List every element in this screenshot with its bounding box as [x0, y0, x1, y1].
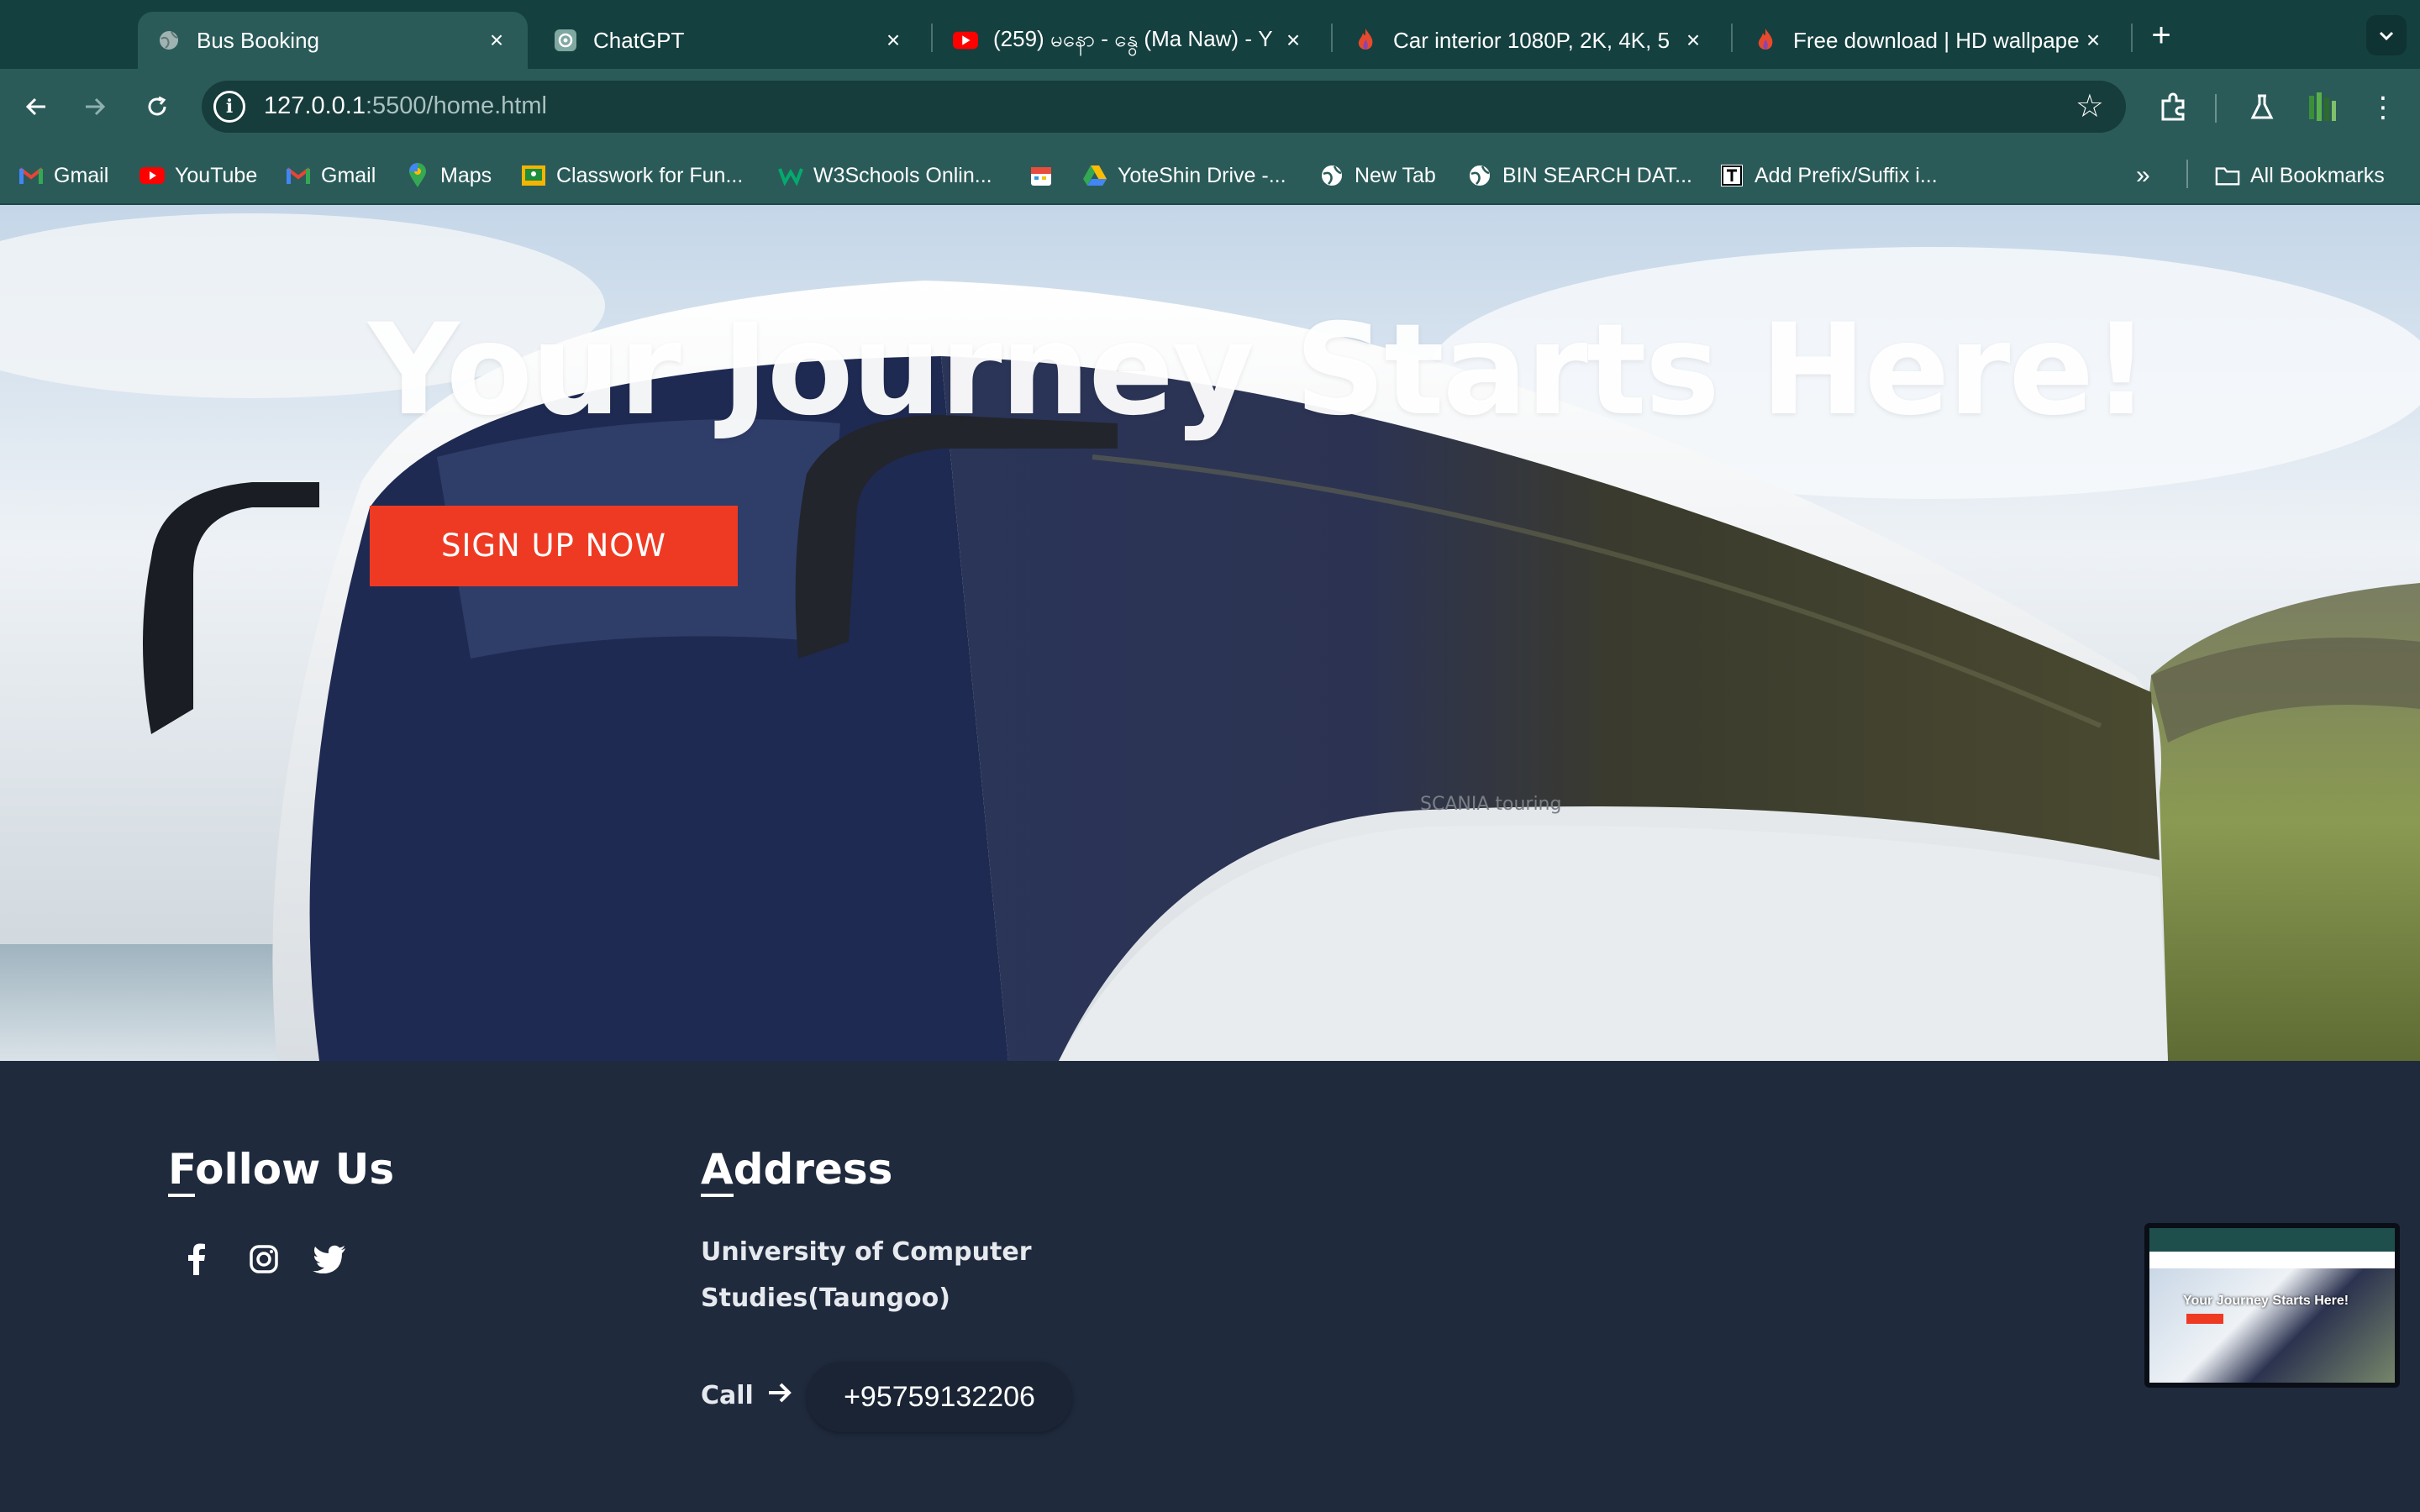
- twitter-icon[interactable]: [308, 1237, 351, 1281]
- classroom-icon: [521, 163, 546, 188]
- close-tab-icon[interactable]: ×: [1281, 27, 1306, 54]
- tab-title: Bus Booking: [197, 27, 319, 53]
- close-tab-icon[interactable]: ×: [1681, 27, 1706, 54]
- gmail-icon: [18, 163, 44, 188]
- close-tab-icon[interactable]: ×: [2081, 27, 2106, 54]
- chatgpt-icon: [553, 28, 578, 53]
- tab-title: Free download | HD wallpape: [1793, 27, 2080, 53]
- all-bookmarks-button[interactable]: All Bookmarks: [2215, 161, 2385, 190]
- instagram-icon[interactable]: [242, 1237, 286, 1281]
- youtube-icon: [139, 163, 165, 188]
- gmail-icon: [286, 163, 311, 188]
- toolbar-divider: [2215, 94, 2217, 123]
- menu-kebab-icon[interactable]: ⋮: [2363, 87, 2403, 128]
- globe-icon: [1467, 163, 1492, 188]
- bookmarks-overflow-icon[interactable]: »: [2136, 161, 2150, 190]
- thumbnail-hero: [2149, 1268, 2395, 1383]
- bookmark-classwork[interactable]: Classwork for Fun...: [521, 161, 743, 190]
- hero-section: SCANIA touring Your Journey Starts Here!…: [0, 205, 2420, 1061]
- flame-icon: [1753, 28, 1778, 53]
- arrow-right-icon: [86, 97, 106, 116]
- maps-pin-icon: [405, 163, 430, 188]
- back-button[interactable]: [17, 87, 55, 126]
- sign-up-button[interactable]: SIGN UP NOW: [370, 506, 738, 586]
- hero-title: Your Journey Starts Here!: [368, 297, 2150, 444]
- reload-icon: [148, 96, 166, 116]
- drive-icon: [1082, 163, 1107, 188]
- folder-icon: [2215, 163, 2240, 188]
- browser-toolbar: i 127.0.0.1:5500/home.html ☆ ⋮: [0, 69, 2420, 144]
- w3schools-icon: [778, 163, 803, 188]
- bookmark-yoteshin-drive[interactable]: YoteShin Drive -...: [1082, 161, 1286, 190]
- facebook-icon[interactable]: [175, 1237, 218, 1281]
- bookmark-add-prefix[interactable]: Add Prefix/Suffix i...: [1719, 161, 1938, 190]
- tab-search-button[interactable]: [2366, 15, 2407, 55]
- thumbnail-nav: [2149, 1252, 2395, 1268]
- bus-brand-label: SCANIA touring: [1420, 794, 1561, 815]
- bookmarks-divider: [2186, 160, 2188, 188]
- tab-chatgpt[interactable]: ChatGPT ×: [534, 12, 924, 69]
- tab-car-interior[interactable]: Car interior 1080P, 2K, 4K, 5 ×: [1334, 12, 1724, 69]
- tab-separator: [1731, 24, 1733, 52]
- arrow-left-icon: [25, 97, 45, 116]
- profile-avatar[interactable]: [2302, 87, 2343, 128]
- call-label: Call: [701, 1378, 792, 1412]
- flame-icon: [1353, 28, 1378, 53]
- address-heading: Address: [701, 1145, 892, 1197]
- site-info-icon[interactable]: i: [213, 91, 245, 123]
- tab-title: Car interior 1080P, 2K, 4K, 5: [1393, 27, 1670, 53]
- tab-separator: [2131, 24, 2133, 52]
- globe-icon: [156, 28, 182, 53]
- tab-strip: Bus Booking × ChatGPT × (259) မနော - နွေ…: [0, 0, 2420, 69]
- thumbnail-title: Your Journey Starts Here!: [2183, 1294, 2349, 1308]
- follow-us-heading: Follow Us: [168, 1145, 394, 1197]
- phone-number-button[interactable]: +95759132206: [807, 1362, 1072, 1432]
- arrow-right-icon: [767, 1378, 792, 1412]
- tab-youtube[interactable]: (259) မနော - နွေ (Ma Naw) - Y ×: [934, 12, 1324, 69]
- close-tab-icon[interactable]: ×: [484, 27, 509, 54]
- youtube-icon: [953, 28, 978, 53]
- tab-bus-booking[interactable]: Bus Booking ×: [138, 12, 528, 69]
- address-bar[interactable]: i 127.0.0.1:5500/home.html ☆: [202, 81, 2126, 133]
- bookmark-new-tab[interactable]: New Tab: [1319, 161, 1436, 190]
- tab-separator: [1331, 24, 1333, 52]
- thumbnail-chrome: [2149, 1228, 2395, 1252]
- tab-free-download[interactable]: Free download | HD wallpape ×: [1734, 12, 2124, 69]
- bookmark-calendar[interactable]: [1028, 161, 1064, 190]
- reload-button[interactable]: [138, 87, 176, 126]
- extensions-icon[interactable]: [2153, 87, 2193, 128]
- text-tool-icon: [1719, 163, 1744, 188]
- page-footer: Follow Us Address University of Computer…: [0, 1061, 2420, 1512]
- bookmarks-bar: Gmail YouTube Gmail Maps Classwork for F…: [0, 144, 2420, 205]
- chevron-down-icon: [2379, 31, 2394, 41]
- bookmark-bin-search[interactable]: BIN SEARCH DAT...: [1467, 161, 1692, 190]
- tab-title: ChatGPT: [593, 27, 685, 53]
- tab-title: (259) မနော - နွေ (Ma Naw) - Y: [993, 25, 1273, 51]
- url-text[interactable]: 127.0.0.1:5500/home.html: [264, 92, 547, 120]
- bookmark-gmail[interactable]: Gmail: [18, 161, 108, 190]
- bookmark-w3schools[interactable]: W3Schools Onlin...: [778, 161, 992, 190]
- bookmark-youtube[interactable]: YouTube: [139, 161, 257, 190]
- screenshot-thumbnail[interactable]: Your Journey Starts Here!: [2144, 1223, 2400, 1388]
- close-tab-icon[interactable]: ×: [881, 27, 906, 54]
- calendar-icon: [1028, 163, 1054, 188]
- tab-separator: [931, 24, 933, 52]
- labs-flask-icon[interactable]: [2242, 87, 2282, 128]
- address-text: University of Computer Studies(Taungoo): [701, 1237, 1032, 1313]
- bookmark-star-icon[interactable]: ☆: [2075, 87, 2104, 125]
- bookmark-maps[interactable]: Maps: [405, 161, 492, 190]
- bookmark-gmail-2[interactable]: Gmail: [286, 161, 376, 190]
- forward-button[interactable]: [76, 87, 114, 126]
- globe-icon: [1319, 163, 1344, 188]
- new-tab-button[interactable]: +: [2144, 15, 2178, 55]
- thumbnail-button: [2186, 1314, 2223, 1324]
